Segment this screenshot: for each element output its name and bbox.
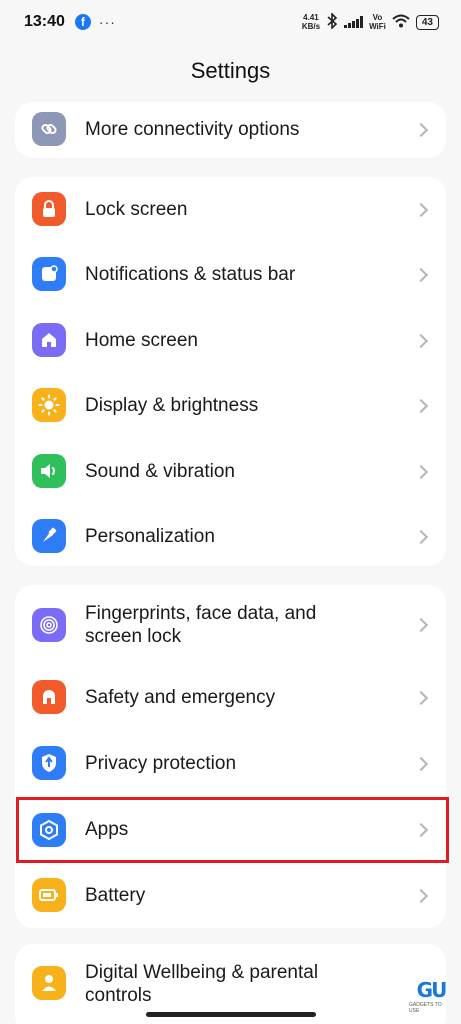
chevron-right-icon [413, 617, 429, 633]
setting-label: Personalization [85, 526, 215, 547]
setting-personalization[interactable]: Personalization [15, 504, 446, 566]
bluetooth-icon [326, 11, 338, 32]
setting-label: Safety and emergency [85, 687, 276, 708]
chevron-right-icon [413, 464, 429, 480]
battery-icon: 43 [415, 14, 439, 30]
link-icon [32, 112, 66, 146]
emergency-icon [32, 680, 66, 714]
setting-label: Privacy protection [85, 753, 237, 774]
settings-group-connectivity: More connectivity options [15, 102, 446, 158]
notification-icon [32, 257, 66, 291]
status-time: 13:40 [24, 13, 65, 30]
lock-icon [32, 192, 66, 226]
home-icon [32, 323, 66, 357]
chevron-right-icon [413, 267, 429, 283]
chevron-right-icon [413, 756, 429, 772]
highlight-box [16, 797, 449, 863]
setting-label: Notifications & status bar [85, 264, 296, 285]
setting-home-screen[interactable]: Home screen [15, 308, 446, 374]
setting-label: Digital Wellbeing & parental controls [85, 962, 319, 1006]
privacy-icon [32, 746, 66, 780]
setting-notifications[interactable]: Notifications & status bar [15, 242, 446, 308]
chevron-right-icon [413, 398, 429, 414]
home-indicator[interactable] [146, 1012, 316, 1017]
chevron-right-icon [413, 690, 429, 706]
setting-label: Home screen [85, 330, 198, 351]
sun-icon [32, 388, 66, 422]
vowifi-indicator: Vo WiFi [369, 13, 386, 31]
fingerprint-icon [32, 608, 66, 642]
more-notifications-icon: ··· [98, 14, 116, 30]
setting-label: Fingerprints, face data, and screen lock [85, 603, 317, 647]
setting-label: Lock screen [85, 199, 188, 220]
wifi-icon [392, 14, 410, 31]
setting-safety-emergency[interactable]: Safety and emergency [15, 665, 446, 731]
chevron-right-icon [413, 333, 429, 349]
setting-privacy-protection[interactable]: Privacy protection [15, 731, 446, 797]
chevron-right-icon [413, 122, 429, 138]
setting-label: More connectivity options [85, 119, 300, 140]
setting-sound-vibration[interactable]: Sound & vibration [15, 439, 446, 505]
network-speed: 4.41 KB/s [301, 13, 321, 31]
setting-more-connectivity[interactable]: More connectivity options [15, 102, 446, 158]
setting-battery[interactable]: Battery [15, 863, 446, 928]
chevron-right-icon [413, 202, 429, 218]
chevron-right-icon [413, 888, 429, 904]
setting-lock-screen[interactable]: Lock screen [15, 177, 446, 243]
battery-setting-icon [32, 878, 66, 912]
gadgets-to-use-logo: GU GADGETS TO USE [409, 978, 447, 1014]
setting-display-brightness[interactable]: Display & brightness [15, 373, 446, 439]
facebook-icon: f [74, 14, 91, 30]
setting-label: Sound & vibration [85, 461, 235, 482]
page-title: Settings [190, 58, 271, 83]
settings-group-security: Fingerprints, face data, and screen lock… [15, 585, 446, 928]
chevron-right-icon [413, 529, 429, 545]
setting-label: Display & brightness [85, 395, 259, 416]
setting-label: Battery [85, 885, 146, 906]
status-bar: 13:40 f ··· 4.41 KB/s Vo WiFi 43 [0, 0, 461, 44]
signal-icon [344, 16, 364, 28]
wellbeing-icon [32, 966, 66, 1000]
setting-fingerprints[interactable]: Fingerprints, face data, and screen lock [15, 585, 446, 665]
settings-group-personal: Lock screen Notifications & status bar H… [15, 177, 446, 566]
brush-icon [32, 519, 66, 553]
speaker-icon [32, 454, 66, 488]
